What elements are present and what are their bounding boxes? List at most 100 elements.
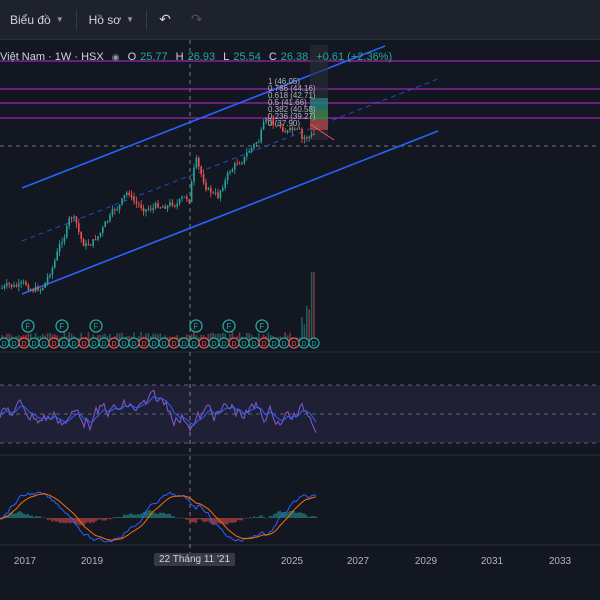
macd-histogram-bar bbox=[245, 517, 247, 519]
macd-histogram-bar bbox=[163, 512, 165, 518]
candle-body bbox=[270, 119, 272, 122]
macd-histogram-bar bbox=[91, 518, 93, 523]
macd-histogram-bar bbox=[133, 514, 135, 518]
candle-body bbox=[18, 283, 20, 287]
candle-body bbox=[92, 239, 94, 246]
macd-histogram-bar bbox=[173, 516, 175, 518]
candle-body bbox=[310, 134, 313, 137]
macd-histogram-bar bbox=[243, 518, 245, 519]
financial-event-label: F bbox=[260, 322, 265, 331]
macd-histogram-bar bbox=[89, 518, 91, 524]
chart-menu-button[interactable]: Biểu đồ ▼ bbox=[0, 6, 74, 34]
chevron-down-icon: ▼ bbox=[126, 15, 135, 24]
macd-histogram-bar bbox=[31, 515, 33, 518]
dividend-event-label: D bbox=[241, 341, 246, 348]
candle-body bbox=[313, 134, 315, 136]
macd-histogram-bar bbox=[127, 514, 129, 518]
macd-histogram-bar bbox=[43, 517, 45, 518]
candle-body bbox=[109, 214, 111, 221]
macd-histogram-bar bbox=[109, 518, 111, 520]
candle-body bbox=[159, 207, 162, 209]
redo-icon[interactable]: ↷ bbox=[181, 6, 213, 34]
candle-body bbox=[85, 243, 87, 247]
macd-histogram-bar bbox=[175, 518, 177, 519]
high-value: 26.93 bbox=[187, 51, 216, 63]
candle-body bbox=[246, 152, 248, 157]
macd-histogram-bar bbox=[265, 518, 267, 519]
dividend-event-label: D bbox=[121, 341, 126, 348]
dividend-event-label: D bbox=[151, 341, 156, 348]
profile-menu-button[interactable]: Hồ sơ ▼ bbox=[79, 6, 144, 34]
open-value: 25.77 bbox=[140, 51, 168, 63]
candle-body bbox=[188, 199, 190, 203]
macd-histogram-bar bbox=[65, 518, 67, 524]
macd-histogram-bar bbox=[249, 517, 251, 518]
macd-histogram-bar bbox=[37, 516, 39, 518]
candle-body bbox=[190, 181, 193, 203]
chart-canvas[interactable]: 1 (46.05)0.786 (44.16)0.618 (42.71)0.5 (… bbox=[0, 40, 600, 600]
financial-event-label: F bbox=[26, 322, 31, 331]
macd-histogram-bar bbox=[21, 512, 23, 518]
candle-body bbox=[224, 180, 226, 188]
profile-menu-label: Hồ sơ bbox=[88, 12, 122, 27]
candle-body bbox=[286, 130, 289, 133]
dividend-event-label: D bbox=[281, 341, 286, 348]
macd-histogram-bar bbox=[121, 516, 123, 518]
candle-body bbox=[166, 205, 169, 209]
macd-histogram-bar bbox=[125, 514, 127, 518]
volume-bar bbox=[87, 332, 90, 340]
candle-body bbox=[63, 237, 66, 243]
macd-histogram-bar bbox=[161, 512, 163, 518]
low-value: 25.54 bbox=[233, 51, 261, 63]
time-axis-label: 2033 bbox=[549, 556, 572, 567]
volume-bar bbox=[238, 332, 241, 340]
dividend-event-label: D bbox=[91, 341, 96, 348]
close-value: 26.38 bbox=[280, 51, 309, 63]
visibility-icon[interactable]: ◉ bbox=[112, 52, 120, 63]
dividend-event-label: D bbox=[291, 341, 296, 348]
dividend-event-label: D bbox=[41, 341, 46, 348]
macd-histogram-bar bbox=[201, 518, 203, 521]
candle-body bbox=[99, 232, 102, 237]
candle-body bbox=[207, 187, 210, 190]
candle-body bbox=[258, 141, 260, 143]
volume-bar bbox=[308, 309, 310, 340]
macd-histogram-bar bbox=[115, 517, 117, 518]
candle-body bbox=[56, 251, 58, 261]
macd-histogram-bar bbox=[39, 516, 41, 518]
candle-body bbox=[138, 203, 140, 205]
macd-histogram-bar bbox=[129, 513, 131, 518]
dividend-event-label: D bbox=[71, 341, 76, 348]
macd-histogram-bar bbox=[139, 514, 141, 518]
symbol-label[interactable]: Việt Nam · 1W · HSX bbox=[0, 51, 104, 63]
macd-histogram-bar bbox=[99, 518, 101, 520]
candle-body bbox=[70, 217, 73, 219]
candle-body bbox=[73, 216, 75, 218]
candle-body bbox=[231, 169, 234, 172]
candle-body bbox=[301, 128, 303, 139]
candle-body bbox=[66, 225, 68, 238]
dividend-event-label: D bbox=[11, 341, 16, 348]
candle-body bbox=[133, 197, 135, 202]
macd-histogram-bar bbox=[105, 518, 107, 521]
macd-histogram-bar bbox=[29, 515, 31, 518]
financial-event-label: F bbox=[194, 322, 199, 331]
time-axis-label: 2029 bbox=[415, 556, 438, 567]
candle-body bbox=[46, 276, 49, 283]
macd-histogram-bar bbox=[297, 512, 299, 518]
macd-histogram-bar bbox=[193, 518, 195, 523]
candle-body bbox=[123, 194, 126, 199]
dividend-event-label: D bbox=[81, 341, 86, 348]
financial-event-label: F bbox=[227, 322, 232, 331]
macd-histogram-bar bbox=[111, 518, 113, 519]
macd-histogram-bar bbox=[197, 518, 199, 520]
macd-histogram-bar bbox=[117, 516, 119, 518]
candle-body bbox=[111, 209, 114, 215]
undo-icon[interactable]: ↶ bbox=[149, 6, 181, 34]
candle-body bbox=[178, 199, 181, 204]
dividend-event-label: D bbox=[51, 341, 56, 348]
candle-body bbox=[250, 148, 253, 152]
macd-histogram-bar bbox=[251, 517, 253, 519]
macd-histogram-bar bbox=[229, 518, 231, 523]
top-toolbar: Biểu đồ ▼ Hồ sơ ▼ ↶ ↷ bbox=[0, 0, 600, 40]
